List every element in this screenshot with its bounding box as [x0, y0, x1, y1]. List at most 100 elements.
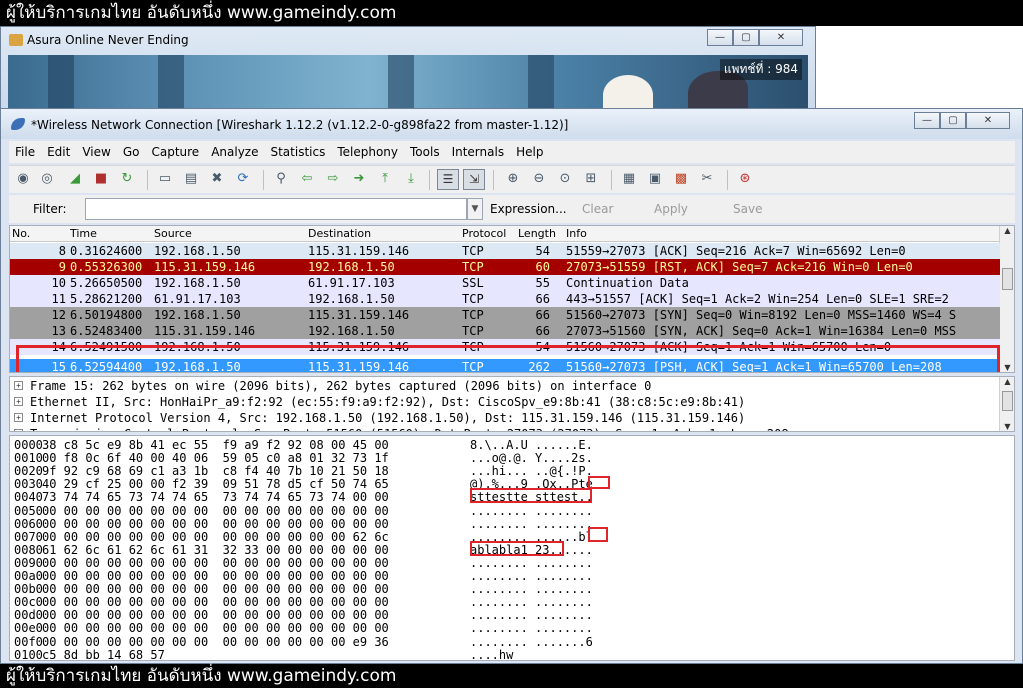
game-patch-label: แพทช์ที่ : 984 — [719, 59, 802, 80]
scroll-down-icon[interactable]: ▼ — [1000, 422, 1014, 431]
menu-capture[interactable]: Capture — [145, 145, 205, 159]
menu-telephony[interactable]: Telephony — [331, 145, 404, 159]
packet-row[interactable]: 11 5.28621200 61.91.17.103 192.168.1.50 TCP 6… — [10, 291, 1000, 307]
packet-row[interactable]: 8 0.31624600 192.168.1.50 115.31.159.146 TCP… — [10, 243, 1000, 259]
column-header-time[interactable]: Time — [70, 227, 97, 240]
column-header-length[interactable]: Length — [518, 227, 556, 240]
detail-tree-item[interactable]: + Transmission Control Protocol, Src Port… — [10, 426, 1000, 431]
minimize-button[interactable]: — — [707, 29, 733, 46]
resize-columns-icon[interactable]: ⊞ — [583, 171, 599, 187]
maximize-button[interactable]: ▢ — [940, 112, 966, 129]
menu-view[interactable]: View — [76, 145, 116, 159]
wireshark-titlebar[interactable]: *Wireless Network Connection [Wireshark … — [1, 109, 1022, 139]
capture-filters-icon[interactable]: ▦ — [621, 171, 637, 187]
interfaces-icon[interactable]: ◉ — [15, 171, 31, 187]
menu-file[interactable]: File — [9, 145, 41, 159]
detail-tree-item[interactable]: + Ethernet II, Src: HonHaiPr_a9:f2:92 (ec… — [10, 394, 1000, 410]
close-button[interactable]: ✕ — [759, 29, 803, 46]
packet-details-tree[interactable]: ▲ ▼ + Frame 15: 262 bytes on wire (2096 b… — [9, 376, 1015, 432]
menu-go[interactable]: Go — [117, 145, 146, 159]
details-scrollbar[interactable]: ▲ ▼ — [999, 377, 1014, 431]
packet-list-scrollbar[interactable]: ▲ ▼ — [999, 226, 1014, 372]
go-to-packet-icon[interactable]: ➜ — [351, 171, 367, 187]
maximize-button[interactable]: ▢ — [733, 29, 759, 46]
packet-row[interactable]: 13 6.52483400 115.31.159.146 192.168.1.50 TC… — [10, 323, 1000, 339]
packet-info: Continuation Data — [566, 276, 689, 290]
menu-bar: File Edit View Go Capture Analyze Statistics Te… — [9, 141, 1015, 163]
first-packet-icon[interactable]: ⤒ — [377, 171, 393, 187]
menu-internals[interactable]: Internals — [446, 145, 511, 159]
menu-tools[interactable]: Tools — [404, 145, 446, 159]
game-window[interactable]: Asura Online Never Ending — ▢ ✕ แพทช์ที่… — [0, 26, 816, 116]
expression-button[interactable]: Expression... — [490, 202, 567, 216]
options-icon[interactable]: ◎ — [39, 171, 55, 187]
last-packet-icon[interactable]: ⤓ — [403, 171, 419, 187]
save-button[interactable]: Save — [733, 202, 762, 216]
packet-destination: 115.31.159.146 — [308, 308, 410, 322]
column-header-info[interactable]: Info — [566, 227, 587, 240]
scrollbar-thumb[interactable] — [1002, 391, 1013, 411]
column-header-no[interactable]: No. — [12, 227, 30, 240]
packet-protocol: TCP — [462, 244, 484, 258]
menu-edit[interactable]: Edit — [41, 145, 76, 159]
open-file-icon[interactable]: ▭ — [157, 171, 173, 187]
packet-destination: 192.168.1.50 — [308, 324, 395, 338]
scene-tree — [48, 55, 74, 115]
preferences-icon[interactable]: ✂ — [699, 171, 715, 187]
expand-icon[interactable]: + — [14, 429, 23, 431]
column-header-destination[interactable]: Destination — [308, 227, 371, 240]
restart-capture-icon[interactable]: ↻ — [119, 171, 135, 187]
column-header-protocol[interactable]: Protocol — [462, 227, 506, 240]
wireshark-fin-icon — [11, 118, 25, 130]
menu-analyze[interactable]: Analyze — [205, 145, 264, 159]
start-capture-icon[interactable]: ◢ — [67, 171, 83, 187]
detail-tree-item[interactable]: + Frame 15: 262 bytes on wire (2096 bits)… — [10, 378, 1000, 394]
packet-time: 6.52483400 — [70, 324, 143, 338]
help-icon[interactable]: ⊛ — [737, 171, 753, 187]
packet-list[interactable]: No. Time Source Destination Protocol Len… — [9, 225, 1015, 373]
menu-statistics[interactable]: Statistics — [264, 145, 331, 159]
reload-icon[interactable]: ⟳ — [235, 171, 251, 187]
filter-input[interactable] — [85, 198, 467, 220]
wireshark-window-title: *Wireless Network Connection [Wireshark … — [31, 118, 569, 132]
packet-row[interactable]: 10 5.26650500 192.168.1.50 61.91.17.103 SSL 5… — [10, 275, 1000, 291]
game-scene[interactable]: แพทช์ที่ : 984 — [8, 55, 808, 115]
wireshark-window[interactable]: *Wireless Network Connection [Wireshark … — [0, 108, 1023, 664]
scrollbar-thumb[interactable] — [1002, 268, 1013, 290]
save-file-icon[interactable]: ▤ — [183, 171, 199, 187]
packet-bytes-pane[interactable]: 0000 38 c8 5c e9 8b 41 ec 55 f9 a9 f2 92 … — [9, 435, 1015, 661]
column-header-source[interactable]: Source — [154, 227, 192, 240]
auto-scroll-icon[interactable]: ⇲ — [463, 169, 485, 190]
packet-destination: 115.31.159.146 — [308, 244, 410, 258]
clear-button[interactable]: Clear — [582, 202, 613, 216]
normal-size-icon[interactable]: ⊙ — [557, 171, 573, 187]
hex-row[interactable]: 0100 c5 8d bb 14 68 57 ....hw — [10, 647, 1000, 661]
hex-offset: 0100 — [14, 647, 43, 661]
close-file-icon[interactable]: ✖ — [209, 171, 225, 187]
scroll-up-icon[interactable]: ▲ — [1000, 226, 1014, 235]
colorize-icon[interactable]: ☰ — [437, 169, 459, 190]
go-back-icon[interactable]: ⇦ — [299, 171, 315, 187]
go-forward-icon[interactable]: ⇨ — [325, 171, 341, 187]
detail-tree-item[interactable]: + Internet Protocol Version 4, Src: 192.1… — [10, 410, 1000, 426]
packet-row[interactable]: 9 0.55326300 115.31.159.146 192.168.1.50 TCP… — [10, 259, 1000, 275]
packet-source: 192.168.1.50 — [154, 308, 241, 322]
packet-row[interactable]: 12 6.50194800 192.168.1.50 115.31.159.146 TC… — [10, 307, 1000, 323]
apply-button[interactable]: Apply — [654, 202, 688, 216]
minimize-button[interactable]: — — [914, 112, 940, 129]
expand-icon[interactable]: + — [14, 381, 23, 390]
coloring-rules-icon[interactable]: ▩ — [673, 171, 689, 187]
find-packet-icon[interactable]: ⚲ — [273, 171, 289, 187]
close-button[interactable]: ✕ — [966, 112, 1010, 129]
zoom-in-icon[interactable]: ⊕ — [505, 171, 521, 187]
menu-help[interactable]: Help — [510, 145, 549, 159]
packet-list-header: No. Time Source Destination Protocol Len… — [10, 226, 1000, 242]
scroll-down-icon[interactable]: ▼ — [1000, 363, 1014, 372]
expand-icon[interactable]: + — [14, 397, 23, 406]
chevron-down-icon[interactable]: ▼ — [467, 198, 483, 220]
zoom-out-icon[interactable]: ⊖ — [531, 171, 547, 187]
stop-capture-icon[interactable]: ■ — [93, 171, 109, 187]
display-filters-icon[interactable]: ▣ — [647, 171, 663, 187]
scroll-up-icon[interactable]: ▲ — [1000, 377, 1014, 386]
expand-icon[interactable]: + — [14, 413, 23, 422]
